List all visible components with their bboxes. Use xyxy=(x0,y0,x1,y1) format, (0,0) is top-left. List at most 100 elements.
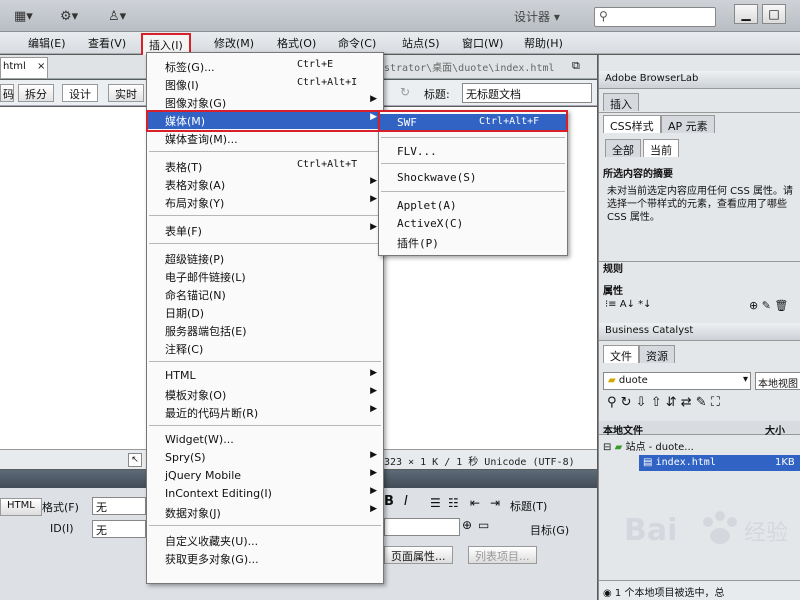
insert-menu-item[interactable]: 电子邮件链接(L) xyxy=(147,267,383,285)
business-catalyst-header[interactable]: Business Catalyst xyxy=(599,323,800,341)
insert-menu-item[interactable]: 数据对象(J) ▶ xyxy=(147,503,383,521)
insert-menu-item[interactable]: 最近的代码片断(R) ▶ xyxy=(147,403,383,421)
minimize-button[interactable]: ▁ xyxy=(734,4,758,24)
tab-current[interactable]: 当前 xyxy=(643,139,679,157)
menu-view[interactable]: 查看(V) xyxy=(88,35,126,51)
menu-separator xyxy=(149,425,381,426)
insert-menu-item[interactable]: Widget(W)... xyxy=(147,431,383,449)
insert-menu-item[interactable]: InContext Editing(I) ▶ xyxy=(147,485,383,503)
insert-menu-item[interactable]: 媒体(M) ▶ xyxy=(147,111,383,129)
menu-item-label: Shockwave(S) xyxy=(397,171,477,184)
html-mode-button[interactable]: HTML xyxy=(0,498,42,516)
folder-icon[interactable]: ▭ xyxy=(478,518,489,532)
tab-all[interactable]: 全部 xyxy=(605,139,641,157)
restore-icon[interactable]: ⧉ xyxy=(572,59,580,73)
insert-menu-item[interactable]: 获取更多对象(G)... xyxy=(147,549,383,567)
insert-menu-item[interactable]: 表格对象(A) ▶ xyxy=(147,175,383,193)
insert-menu-item[interactable]: 自定义收藏夹(U)... xyxy=(147,531,383,549)
live-view-button[interactable]: 实时 xyxy=(108,84,144,102)
media-submenu-item[interactable]: SWF Ctrl+Alt+F xyxy=(379,114,567,132)
browserlab-header[interactable]: Adobe BrowserLab xyxy=(599,71,800,89)
italic-button[interactable]: I xyxy=(404,494,408,509)
pointer-tool-icon[interactable]: ↖ xyxy=(128,453,142,467)
insert-menu-item[interactable]: 图像对象(G) ▶ xyxy=(147,93,383,111)
menu-modify[interactable]: 修改(M) xyxy=(214,35,254,51)
attach-style-icon[interactable]: ⊕ ✎ 🗑 xyxy=(749,299,788,312)
layout-switch-icon[interactable]: ▦▾ xyxy=(14,6,33,26)
media-submenu-item[interactable]: Applet(A) xyxy=(379,197,567,215)
close-icon[interactable]: × xyxy=(37,61,45,72)
column-size[interactable]: 大小 xyxy=(765,422,785,437)
media-submenu-item[interactable]: FLV... xyxy=(379,143,567,161)
submenu-arrow-icon: ▶ xyxy=(370,222,377,232)
tree-site-row[interactable]: ⊟ ▰ 站点 - duote... xyxy=(603,438,694,453)
view-select[interactable]: 本地视图 xyxy=(755,372,800,390)
split-view-button[interactable]: 拆分 xyxy=(18,84,54,102)
refresh-icon[interactable]: ↻ xyxy=(400,85,410,99)
search-input[interactable]: ⚲ xyxy=(594,7,716,27)
insert-menu-item[interactable]: 注释(C) xyxy=(147,339,383,357)
indent-icon[interactable]: ⇥ xyxy=(490,496,500,510)
file-size: 1KB xyxy=(775,457,795,468)
menu-format[interactable]: 格式(O) xyxy=(277,35,316,51)
insert-menu-item[interactable]: 表单(F) ▶ xyxy=(147,221,383,239)
menu-command[interactable]: 命令(C) xyxy=(338,35,376,51)
insert-menu-item[interactable]: 模板对象(O) ▶ xyxy=(147,385,383,403)
menu-item-label: 电子邮件链接(L) xyxy=(165,271,246,284)
menu-site[interactable]: 站点(S) xyxy=(402,35,440,51)
insert-menu-item[interactable]: 表格(T) Ctrl+Alt+T xyxy=(147,157,383,175)
menu-window[interactable]: 窗口(W) xyxy=(462,35,503,51)
menu-item-label: 数据对象(J) xyxy=(165,507,221,520)
media-submenu-item[interactable]: Shockwave(S) xyxy=(379,169,567,187)
menu-item-shortcut: Ctrl+Alt+I xyxy=(297,77,358,88)
workspace-switcher[interactable]: 设计器 ▾ xyxy=(514,8,560,25)
menu-separator xyxy=(381,191,565,192)
user-icon[interactable]: ♙▾ xyxy=(108,6,126,26)
media-submenu-item[interactable]: 插件(P) xyxy=(379,233,567,251)
column-local-files[interactable]: 本地文件 xyxy=(603,422,643,437)
code-view-button[interactable]: 码 xyxy=(0,84,14,102)
tab-insert[interactable]: 插入 xyxy=(603,93,639,111)
insert-menu-item[interactable]: 图像(I) Ctrl+Alt+I xyxy=(147,75,383,93)
ordered-list-icon[interactable]: ☷ xyxy=(448,496,459,510)
point-to-file-icon[interactable]: ⊕ xyxy=(462,518,472,532)
id-select[interactable]: 无 xyxy=(92,520,146,538)
format-select[interactable]: 无 xyxy=(92,497,146,515)
collapse-icon[interactable]: ⊟ xyxy=(603,442,611,453)
tab-files[interactable]: 文件 xyxy=(603,345,639,363)
connect-icon[interactable]: ⚲ ↻ ⇩ ⇧ ⇵ ⇄ ✎ ⛶ xyxy=(607,395,720,410)
insert-menu-item[interactable]: 布局对象(Y) ▶ xyxy=(147,193,383,211)
insert-menu-item[interactable]: jQuery Mobile ▶ xyxy=(147,467,383,485)
insert-menu-item[interactable]: Spry(S) ▶ xyxy=(147,449,383,467)
title-label: 标题: xyxy=(424,88,450,101)
list-icon[interactable]: ☰ xyxy=(430,496,441,510)
insert-menu-item[interactable]: 超级链接(P) xyxy=(147,249,383,267)
menu-edit[interactable]: 编辑(E) xyxy=(28,35,66,51)
tab-ap-elements[interactable]: AP 元素 xyxy=(661,115,715,133)
tab-assets[interactable]: 资源 xyxy=(639,345,675,363)
title-input[interactable]: 无标题文档 xyxy=(462,83,592,103)
insert-menu-item[interactable]: 标签(G)... Ctrl+E xyxy=(147,57,383,75)
menu-item-shortcut: Ctrl+Alt+F xyxy=(479,116,540,127)
file-row-index[interactable]: ▤ index.html 1KB xyxy=(639,455,800,471)
link-input[interactable] xyxy=(384,518,460,536)
id-label: ID(I) xyxy=(50,522,74,535)
bold-button[interactable]: B xyxy=(384,494,394,509)
insert-menu-item[interactable]: 命名锚记(N) xyxy=(147,285,383,303)
insert-menu-item[interactable]: HTML ▶ xyxy=(147,367,383,385)
insert-menu-item[interactable]: 日期(D) xyxy=(147,303,383,321)
page-properties-button[interactable]: 页面属性... xyxy=(384,546,453,564)
design-view-button[interactable]: 设计 xyxy=(62,84,98,102)
insert-menu-item[interactable]: 服务器端包括(E) xyxy=(147,321,383,339)
category-view-icon[interactable]: ⁝≡ A↓ *↓ xyxy=(605,299,652,310)
insert-menu-item[interactable]: 媒体查询(M)... xyxy=(147,129,383,147)
outdent-icon[interactable]: ⇤ xyxy=(470,496,480,510)
tab-css-styles[interactable]: CSS样式 xyxy=(603,115,661,133)
site-select[interactable]: ▰ duote ▾ xyxy=(603,372,751,390)
list-item-button[interactable]: 列表项目... xyxy=(468,546,537,564)
media-submenu-item[interactable]: ActiveX(C) xyxy=(379,215,567,233)
maximize-button[interactable]: □ xyxy=(762,4,786,24)
menu-help[interactable]: 帮助(H) xyxy=(524,35,563,51)
gear-icon[interactable]: ⚙▾ xyxy=(60,6,78,26)
document-tab[interactable]: html × xyxy=(0,57,48,78)
